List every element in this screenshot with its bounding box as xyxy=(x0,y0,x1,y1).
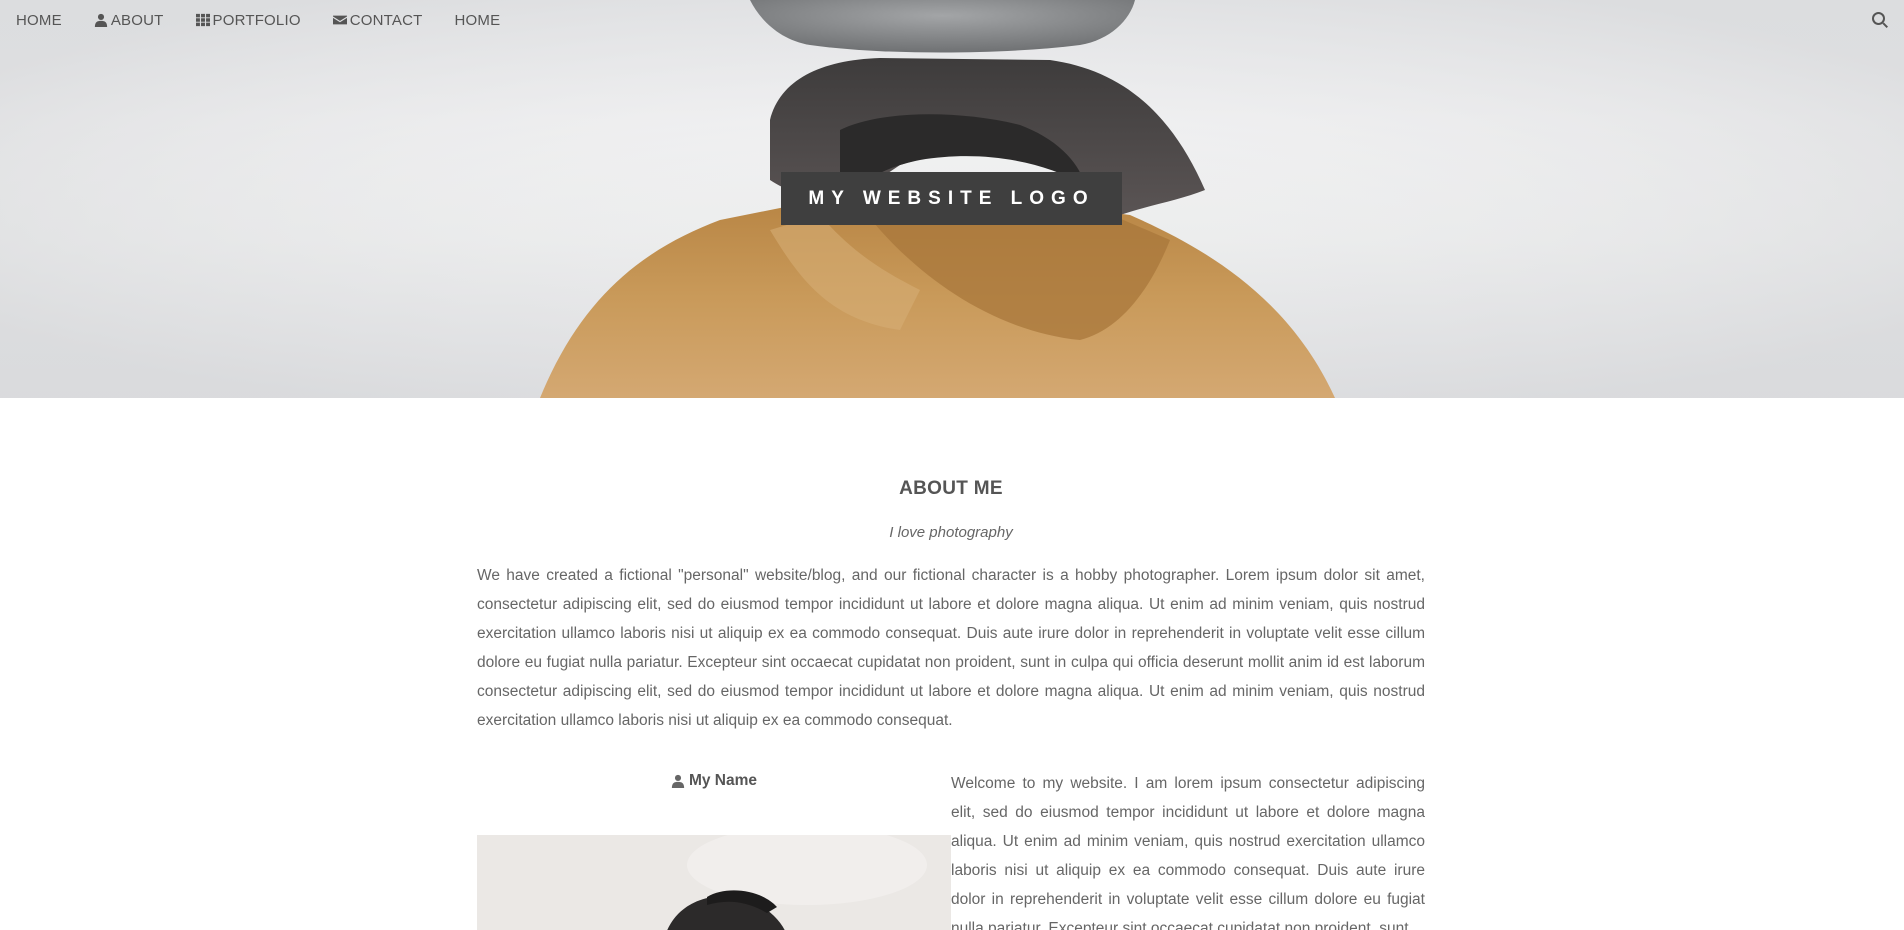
nav-about[interactable]: ABOUT xyxy=(78,0,180,40)
profile-photo-image xyxy=(477,835,951,930)
hero-banner: MY WEBSITE LOGO xyxy=(0,0,1904,398)
about-tagline: I love photography xyxy=(889,524,1013,541)
top-navigation: HOME ABOUT PORTFOLIO CONTACT HOME xyxy=(0,0,1904,40)
profile-row: My Name Welcome to my website. I am lore… xyxy=(477,769,1425,930)
search-button[interactable] xyxy=(1872,12,1888,28)
nav-contact-label: CONTACT xyxy=(349,11,423,29)
nav-portfolio-label: PORTFOLIO xyxy=(212,11,301,29)
th-grid-icon xyxy=(195,13,210,27)
nav-home-2-label: HOME xyxy=(454,11,501,29)
profile-photo xyxy=(477,835,951,930)
nav-portfolio[interactable]: PORTFOLIO xyxy=(180,0,317,40)
profile-name: My Name xyxy=(477,769,951,793)
user-icon xyxy=(671,774,685,788)
nav-home-label: HOME xyxy=(16,11,62,29)
profile-name-label: My Name xyxy=(688,772,758,789)
profile-column: My Name xyxy=(477,769,951,930)
about-intro-text: We have created a fictional "personal" w… xyxy=(477,567,1425,729)
nav-home-2[interactable]: HOME xyxy=(439,0,517,40)
about-heading: ABOUT ME xyxy=(899,478,1003,499)
search-icon xyxy=(1872,12,1888,28)
nav-contact[interactable]: CONTACT xyxy=(317,0,439,40)
about-section: ABOUT ME I love photography We have crea… xyxy=(477,398,1425,930)
envelope-icon xyxy=(332,13,347,27)
nav-home[interactable]: HOME xyxy=(0,0,78,40)
nav-about-label: ABOUT xyxy=(110,11,164,29)
welcome-text: Welcome to my website. I am lorem ipsum … xyxy=(951,775,1425,930)
site-logo[interactable]: MY WEBSITE LOGO xyxy=(781,172,1122,225)
user-icon xyxy=(94,13,108,27)
